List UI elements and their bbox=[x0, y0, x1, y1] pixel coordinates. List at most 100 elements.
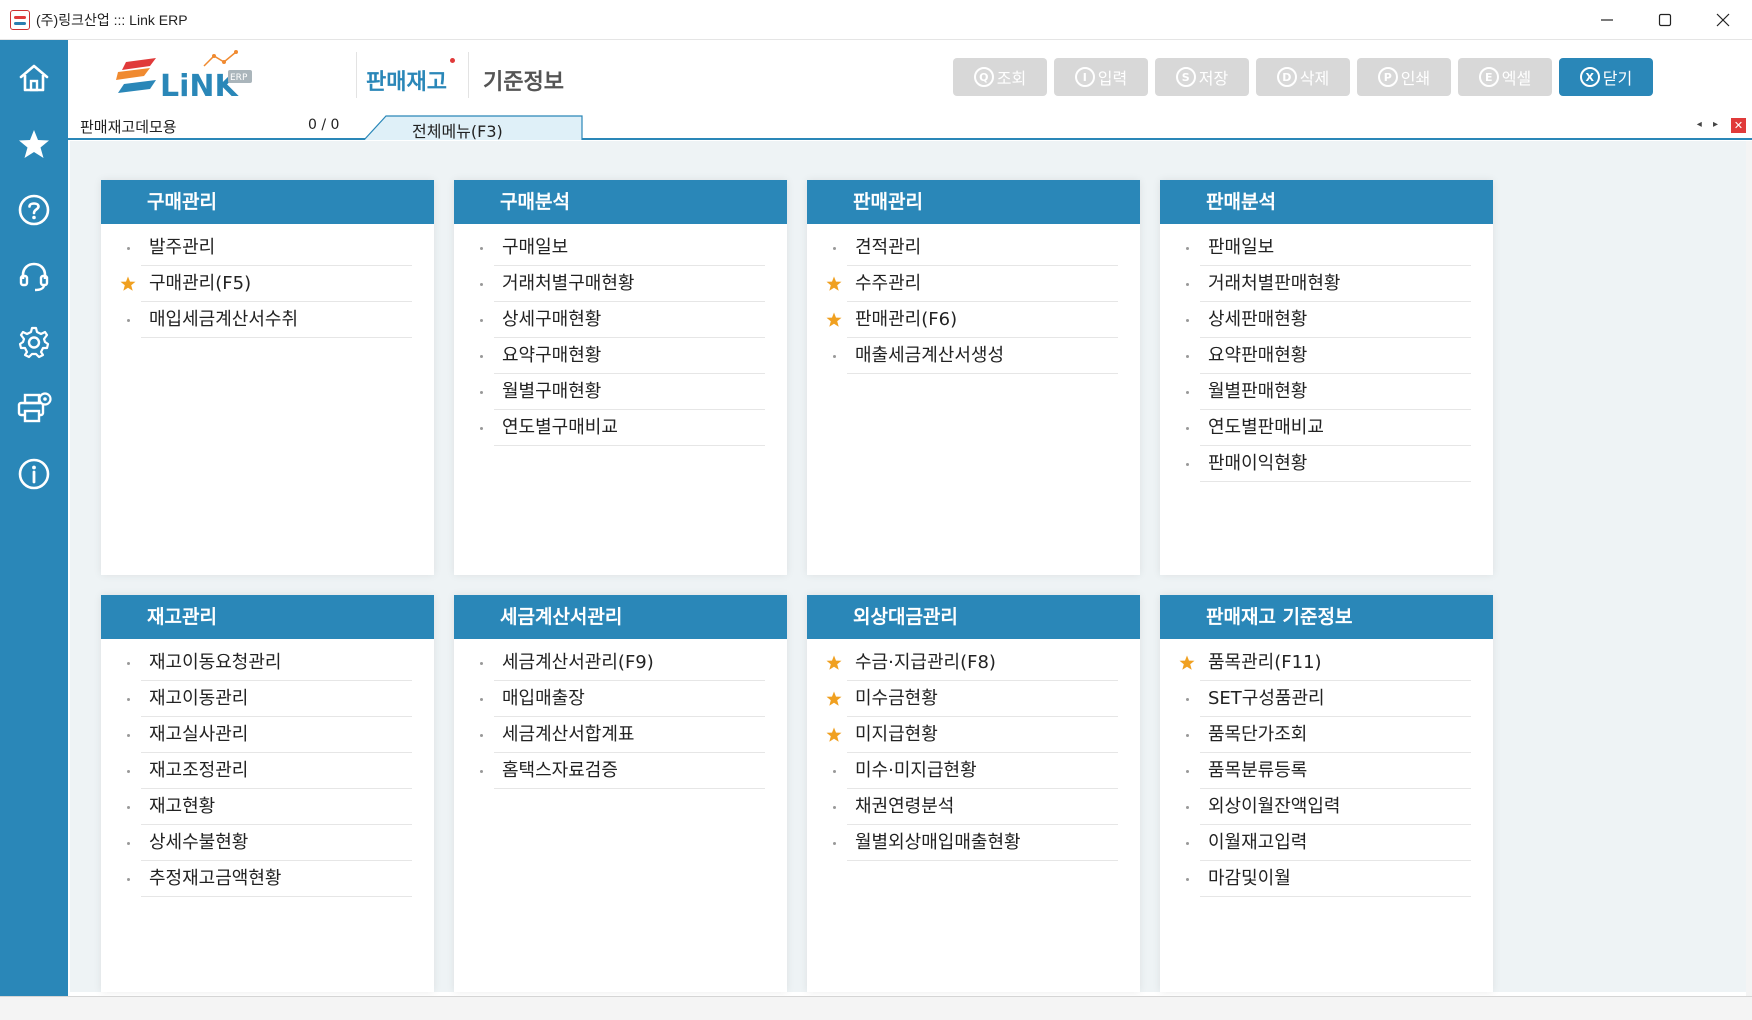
print-button[interactable]: P 인쇄 bbox=[1357, 58, 1451, 96]
menu-item[interactable]: 연도별구매비교 bbox=[468, 410, 765, 446]
menu-item[interactable]: 이월재고입력 bbox=[1174, 825, 1471, 861]
menu-item[interactable]: 홈택스자료검증 bbox=[468, 753, 765, 789]
input-button[interactable]: I 입력 bbox=[1054, 58, 1148, 96]
menu-list: 발주관리 구매관리(F5) 매입세금계산서수취 bbox=[101, 224, 434, 338]
menu-item[interactable]: 상세구매현황 bbox=[468, 302, 765, 338]
query-button[interactable]: Q 조회 bbox=[953, 58, 1047, 96]
headset-icon[interactable] bbox=[16, 258, 52, 294]
menu-card-tax-invoice-mgmt: 세금계산서관리 세금계산서관리(F9) 매입매출장 세금계산서합계표 홈택스자료… bbox=[454, 595, 787, 992]
help-icon[interactable] bbox=[16, 192, 52, 228]
menu-item[interactable]: 세금계산서관리(F9) bbox=[468, 645, 765, 681]
bullet-dot-icon bbox=[115, 877, 141, 881]
bullet-dot-icon bbox=[468, 354, 494, 358]
menu-item[interactable]: 매출세금계산서생성 bbox=[821, 338, 1118, 374]
menu-item[interactable]: 마감및이월 bbox=[1174, 861, 1471, 897]
menu-item[interactable]: 거래처별판매현황 bbox=[1174, 266, 1471, 302]
menu-list: 구매일보 거래처별구매현황 상세구매현황 요약구매현황 월별구매현황 연도별구매… bbox=[454, 224, 787, 446]
menu-card-title: 세금계산서관리 bbox=[454, 595, 787, 639]
menu-item-label: 세금계산서관리(F9) bbox=[494, 645, 765, 681]
info-icon[interactable] bbox=[16, 456, 52, 492]
menu-item-label: 채권연령분석 bbox=[847, 789, 1118, 825]
menu-item[interactable]: 품목분류등록 bbox=[1174, 753, 1471, 789]
menu-item[interactable]: 판매관리(F6) bbox=[821, 302, 1118, 338]
menu-item[interactable]: 월별판매현황 bbox=[1174, 374, 1471, 410]
bullet-dot-icon bbox=[1174, 318, 1200, 322]
menu-item-label: 월별판매현황 bbox=[1200, 374, 1471, 410]
menu-item[interactable]: 품목단가조회 bbox=[1174, 717, 1471, 753]
menu-item[interactable]: SET구성품관리 bbox=[1174, 681, 1471, 717]
tab-all-menu[interactable]: 전체메뉴(F3) bbox=[364, 115, 584, 141]
menu-item-label: 거래처별판매현황 bbox=[1200, 266, 1471, 302]
menu-item-label: 재고현황 bbox=[141, 789, 412, 825]
printer-settings-icon[interactable] bbox=[16, 390, 52, 426]
menu-item[interactable]: 미수·미지급현황 bbox=[821, 753, 1118, 789]
home-icon[interactable] bbox=[16, 60, 52, 96]
tab-all-menu-label: 전체메뉴(F3) bbox=[412, 122, 503, 141]
toolbar: Q 조회 I 입력 S 저장 D 삭제 P 인쇄 E 엑셀 X 닫기 bbox=[953, 58, 1653, 96]
close-icon[interactable] bbox=[1694, 0, 1752, 40]
menu-item[interactable]: 구매일보 bbox=[468, 230, 765, 266]
menu-item-label: 상세구매현황 bbox=[494, 302, 765, 338]
star-icon[interactable] bbox=[16, 126, 52, 162]
bullet-dot-icon bbox=[821, 805, 847, 809]
excel-button-label: 엑셀 bbox=[1501, 69, 1532, 88]
menu-item[interactable]: 요약구매현황 bbox=[468, 338, 765, 374]
bullet-dot-icon bbox=[115, 661, 141, 665]
menu-item[interactable]: 재고이동요청관리 bbox=[115, 645, 412, 681]
bullet-dot-icon bbox=[821, 769, 847, 773]
app-header: LiNK ERP 판매재고 기준정보 Q 조회 I 입력 S 저장 D 삭제 P 인쇄 E… bbox=[68, 40, 1752, 112]
menu-item-label: 홈택스자료검증 bbox=[494, 753, 765, 789]
menu-item[interactable]: 매입매출장 bbox=[468, 681, 765, 717]
menu-item[interactable]: 판매일보 bbox=[1174, 230, 1471, 266]
menu-item[interactable]: 매입세금계산서수취 bbox=[115, 302, 412, 338]
menu-item[interactable]: 요약판매현황 bbox=[1174, 338, 1471, 374]
menu-item[interactable]: 수금·지급관리(F8) bbox=[821, 645, 1118, 681]
menu-item-label: SET구성품관리 bbox=[1200, 681, 1471, 717]
menu-item[interactable]: 세금계산서합계표 bbox=[468, 717, 765, 753]
menu-item[interactable]: 견적관리 bbox=[821, 230, 1118, 266]
favorite-star-icon bbox=[1174, 655, 1200, 671]
menu-item-label: 품목단가조회 bbox=[1200, 717, 1471, 753]
menu-item[interactable]: 상세판매현황 bbox=[1174, 302, 1471, 338]
save-button-label: 저장 bbox=[1198, 69, 1229, 88]
menu-item[interactable]: 수주관리 bbox=[821, 266, 1118, 302]
close-button[interactable]: X 닫기 bbox=[1559, 58, 1653, 96]
x-key-icon: X bbox=[1579, 67, 1600, 87]
menu-item[interactable]: 품목관리(F11) bbox=[1174, 645, 1471, 681]
menu-item[interactable]: 추정재고금액현황 bbox=[115, 861, 412, 897]
menu-dashboard: 구매관리 발주관리 구매관리(F5) 매입세금계산서수취 구매분석 구매일보 거… bbox=[70, 141, 1746, 992]
maximize-icon[interactable] bbox=[1636, 0, 1694, 40]
save-button[interactable]: S 저장 bbox=[1155, 58, 1249, 96]
menu-item[interactable]: 연도별판매비교 bbox=[1174, 410, 1471, 446]
menu-item[interactable]: 판매이익현황 bbox=[1174, 446, 1471, 482]
menu-item[interactable]: 채권연령분석 bbox=[821, 789, 1118, 825]
menu-item-label: 요약판매현황 bbox=[1200, 338, 1471, 374]
module-title: 판매재고 bbox=[366, 70, 447, 95]
menu-item[interactable]: 재고이동관리 bbox=[115, 681, 412, 717]
menu-item[interactable]: 월별구매현황 bbox=[468, 374, 765, 410]
menu-item[interactable]: 미지급현황 bbox=[821, 717, 1118, 753]
menu-item[interactable]: 재고실사관리 bbox=[115, 717, 412, 753]
favorite-star-icon bbox=[115, 276, 141, 292]
gear-icon[interactable] bbox=[16, 324, 52, 360]
menu-item[interactable]: 외상이월잔액입력 bbox=[1174, 789, 1471, 825]
menu-item[interactable]: 월별외상매입매출현황 bbox=[821, 825, 1118, 861]
menu-item[interactable]: 재고현황 bbox=[115, 789, 412, 825]
menu-item[interactable]: 재고조정관리 bbox=[115, 753, 412, 789]
minimize-icon[interactable] bbox=[1578, 0, 1636, 40]
bullet-dot-icon bbox=[1174, 390, 1200, 394]
tab-scroll-arrows-icon[interactable]: ◂ ▸ bbox=[1697, 119, 1722, 130]
menu-item[interactable]: 미수금현황 bbox=[821, 681, 1118, 717]
tab-close-icon[interactable]: ✕ bbox=[1731, 118, 1746, 133]
excel-button[interactable]: E 엑셀 bbox=[1458, 58, 1552, 96]
menu-item[interactable]: 발주관리 bbox=[115, 230, 412, 266]
bullet-dot-icon bbox=[115, 805, 141, 809]
menu-item[interactable]: 구매관리(F5) bbox=[115, 266, 412, 302]
bullet-dot-icon bbox=[468, 697, 494, 701]
bullet-dot-icon bbox=[821, 841, 847, 845]
bullet-dot-icon bbox=[115, 697, 141, 701]
delete-button[interactable]: D 삭제 bbox=[1256, 58, 1350, 96]
menu-item[interactable]: 상세수불현황 bbox=[115, 825, 412, 861]
menu-item-label: 상세수불현황 bbox=[141, 825, 412, 861]
menu-item[interactable]: 거래처별구매현황 bbox=[468, 266, 765, 302]
